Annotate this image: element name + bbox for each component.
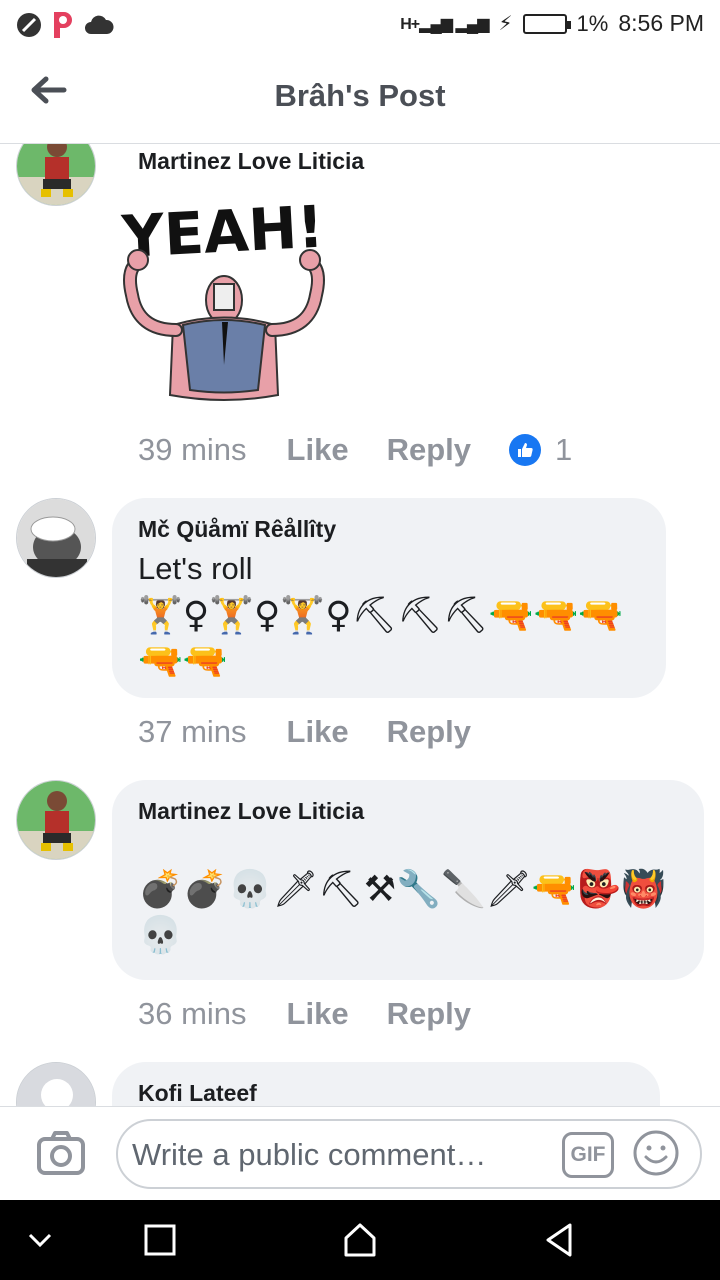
recent-apps-icon[interactable] [140, 1220, 180, 1260]
comment-actions: 36 mins Like Reply [138, 996, 509, 1032]
comment-timestamp[interactable]: 37 mins [138, 714, 247, 750]
emoji-icon[interactable] [632, 1129, 680, 1177]
comment-feed[interactable]: Martinez Love Liticia YEAH! 39 mins Like… [0, 144, 720, 1106]
comment-bubble[interactable]: Martinez Love Liticia 💣💣💀🗡⛏⚒🔧🔪🗡🔫👺👹💀 [112, 780, 704, 980]
comment-author[interactable]: Mč Qüåmï Rêållîty [138, 516, 640, 543]
comment-author[interactable]: Martinez Love Liticia [138, 148, 364, 175]
notification-icons [16, 10, 114, 40]
comment-input[interactable]: Write a public comment… GIF [116, 1119, 702, 1189]
sticker-text: YEAH! [119, 193, 325, 272]
sticker-image: YEAH! [119, 193, 325, 401]
avatar-photo [17, 144, 95, 205]
system-nav-bar [0, 1200, 720, 1280]
reaction-count[interactable]: 1 [555, 432, 572, 468]
reply-button[interactable]: Reply [387, 714, 471, 750]
comment-timestamp[interactable]: 39 mins [138, 432, 247, 468]
thumbs-up-icon[interactable] [509, 434, 541, 466]
app-p-icon [54, 12, 72, 38]
like-button[interactable]: Like [287, 996, 349, 1032]
like-button[interactable]: Like [287, 714, 349, 750]
avatar[interactable] [16, 1062, 96, 1106]
comment-bubble[interactable]: Mč Qüåmï Rêållîty Let's roll 🏋♀🏋♀🏋♀⛏⛏⛏🔫🔫… [112, 498, 666, 698]
signal-strength-icon: H+▂▄▆ ▂▄▆ [400, 15, 489, 33]
comment-actions: 39 mins Like Reply 1 [138, 432, 572, 468]
comment-text: Let's roll [138, 551, 253, 586]
comment-composer: Write a public comment… GIF [0, 1106, 720, 1200]
back-icon[interactable] [540, 1220, 580, 1260]
camera-icon[interactable] [36, 1129, 86, 1177]
gif-button[interactable]: GIF [562, 1132, 614, 1178]
avatar[interactable] [16, 144, 96, 206]
home-icon[interactable] [340, 1220, 380, 1260]
comment-bubble[interactable]: Kofi Lateef [112, 1062, 660, 1106]
status-bar: H+▂▄▆ ▂▄▆ ⚡ 1% 8:56 PM [0, 0, 720, 50]
comment-timestamp[interactable]: 36 mins [138, 996, 247, 1032]
battery-icon [522, 13, 571, 34]
comment-emoji: 🏋♀🏋♀🏋♀⛏⛏⛏🔫🔫🔫🔫🔫 [138, 595, 624, 682]
reply-button[interactable]: Reply [387, 996, 471, 1032]
comment-input-placeholder: Write a public comment… [132, 1137, 487, 1172]
page-title: Brâh's Post [274, 78, 446, 113]
cloud-icon [85, 15, 114, 34]
avatar-photo [17, 499, 95, 577]
avatar[interactable] [16, 498, 96, 578]
comment-emoji: 💣💣💀🗡⛏⚒🔧🔪🗡🔫👺👹💀 [138, 869, 666, 956]
avatar[interactable] [16, 780, 96, 860]
default-avatar-icon [17, 1063, 95, 1106]
comment-author[interactable]: Martinez Love Liticia [138, 798, 678, 825]
no-disturb-icon [17, 13, 41, 37]
like-button[interactable]: Like [287, 432, 349, 468]
battery-percent: 1% [576, 10, 609, 36]
yeah-sticker[interactable]: YEAH! [118, 190, 333, 405]
avatar-photo [17, 781, 95, 859]
comment-actions: 37 mins Like Reply [138, 714, 509, 750]
system-indicators: H+▂▄▆ ▂▄▆ ⚡ 1% 8:56 PM [400, 10, 704, 37]
comment-author[interactable]: Kofi Lateef [138, 1080, 634, 1106]
post-header: Brâh's Post [0, 50, 720, 144]
clock: 8:56 PM [618, 10, 704, 36]
chevron-down-icon[interactable] [20, 1220, 60, 1260]
charging-icon: ⚡ [498, 13, 513, 35]
reply-button[interactable]: Reply [387, 432, 471, 468]
